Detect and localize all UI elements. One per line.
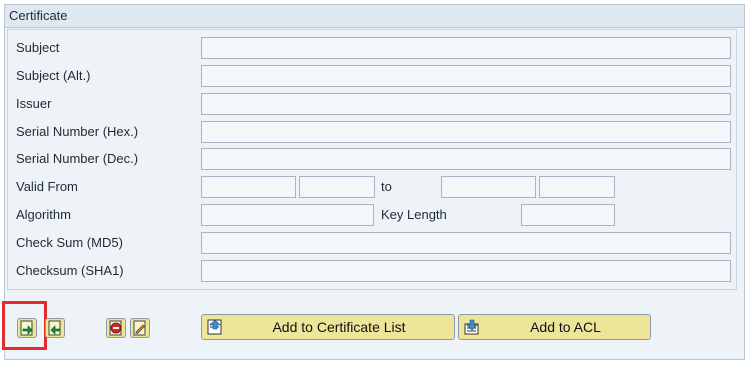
add-to-list-icon	[207, 319, 222, 335]
key-length-label: Key Length	[381, 207, 447, 222]
algorithm-field[interactable]	[201, 204, 374, 226]
serial-dec-label: Serial Number (Dec.)	[16, 151, 139, 166]
serial-dec-field[interactable]	[201, 148, 731, 170]
serial-hex-label: Serial Number (Hex.)	[16, 124, 139, 139]
change-button[interactable]	[130, 318, 150, 338]
serial-hex-field[interactable]	[201, 121, 731, 143]
valid-from-time-field[interactable]	[299, 176, 375, 198]
group-title: Certificate	[5, 5, 744, 28]
valid-to-date-field[interactable]	[441, 176, 536, 198]
checksum-md5-label: Check Sum (MD5)	[16, 235, 123, 250]
issuer-field[interactable]	[201, 93, 731, 115]
valid-from-label: Valid From	[16, 179, 78, 194]
add-to-acl-button[interactable]: Add to ACL	[458, 314, 651, 340]
valid-from-date-field[interactable]	[201, 176, 296, 198]
change-icon	[133, 320, 146, 336]
add-to-acl-icon	[464, 319, 479, 335]
add-to-certificate-list-button[interactable]: Add to Certificate List	[201, 314, 455, 340]
add-to-certificate-list-label: Add to Certificate List	[272, 319, 406, 335]
add-to-acl-label: Add to ACL	[530, 319, 601, 335]
delete-button[interactable]	[106, 318, 126, 338]
checksum-md5-field[interactable]	[201, 232, 731, 254]
subject-alt-field[interactable]	[201, 65, 731, 87]
subject-label: Subject	[16, 40, 60, 55]
import-certificate-button[interactable]	[17, 318, 37, 338]
valid-to-label: to	[381, 179, 392, 194]
subject-alt-label: Subject (Alt.)	[16, 68, 91, 83]
export-certificate-icon	[48, 320, 61, 336]
checksum-sha1-field[interactable]	[201, 260, 731, 282]
delete-icon	[109, 320, 122, 336]
algorithm-label: Algorithm	[16, 207, 71, 222]
issuer-label: Issuer	[16, 96, 52, 111]
valid-to-time-field[interactable]	[539, 176, 615, 198]
subject-field[interactable]	[201, 37, 731, 59]
import-certificate-icon	[20, 320, 33, 336]
export-certificate-button[interactable]	[45, 318, 65, 338]
checksum-sha1-label: Checksum (SHA1)	[16, 263, 124, 278]
key-length-field[interactable]	[521, 204, 615, 226]
